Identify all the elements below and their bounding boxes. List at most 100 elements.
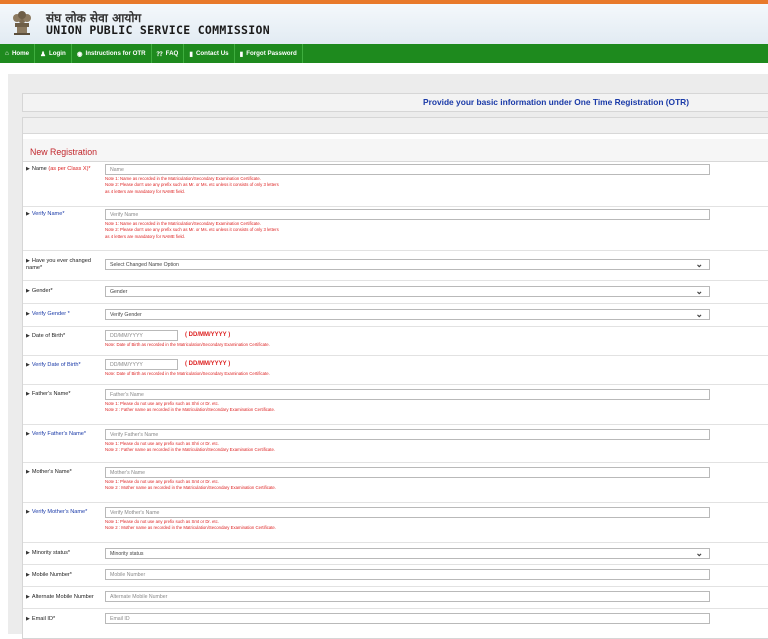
changed-name-select[interactable]: Select Changed Name Option ⌄ bbox=[105, 259, 710, 270]
org-name-english: UNION PUBLIC SERVICE COMMISSION bbox=[46, 23, 270, 38]
arrow-right-icon: ▶ bbox=[26, 311, 30, 317]
section-title: New Registration bbox=[30, 147, 97, 157]
nav-contact-us[interactable]: ▮ Contact Us bbox=[184, 44, 235, 63]
gender-label: ▶ Gender* bbox=[26, 288, 53, 294]
verify-name-note-2: Note 2: Please don't use any prefix such… bbox=[105, 227, 279, 233]
verify-gender-label: ▶ Verify Gender * bbox=[26, 311, 70, 317]
verify-dob-label: ▶ Verify Date of Birth* bbox=[26, 362, 81, 368]
verify-father-note-2: Note 2 : Father name as recorded in the … bbox=[105, 447, 276, 453]
mobile-number-input[interactable]: Mobile Number bbox=[105, 569, 710, 580]
phone-icon: ▮ bbox=[189, 50, 193, 58]
otr-banner: Provide your basic information under One… bbox=[22, 93, 768, 112]
dob-label: ▶ Date of Birth* bbox=[26, 333, 66, 339]
chevron-down-icon: ⌄ bbox=[695, 259, 703, 269]
row-minority-status: ▶ Minority status* Minority status ⌄ bbox=[23, 542, 768, 565]
name-input[interactable]: Name bbox=[105, 164, 710, 175]
alternate-mobile-input[interactable]: Alternate Mobile Number bbox=[105, 591, 710, 602]
nav-label: Instructions for OTR bbox=[85, 50, 146, 57]
site-header: संघ लोक सेवा आयोग UNION PUBLIC SERVICE C… bbox=[0, 4, 768, 44]
row-father-name: ▶ Father's Name* Father's Name Note 1: Pl… bbox=[23, 384, 768, 425]
registration-panel: New Registration ▶ Name (as per Class X)*… bbox=[22, 117, 768, 639]
panel-header bbox=[23, 118, 768, 134]
mother-name-label: ▶ Mother's Name* bbox=[26, 469, 72, 475]
email-input[interactable]: Email ID bbox=[105, 613, 710, 624]
verify-name-note-3: as 4 letters are mandatory for NAME fiel… bbox=[105, 233, 186, 239]
changed-name-label: ▶ Have you ever changed name* bbox=[26, 258, 91, 271]
verify-name-input[interactable]: Verify Name bbox=[105, 209, 710, 220]
nav-label: Contact Us bbox=[195, 50, 229, 57]
info-icon: ◉ bbox=[76, 50, 83, 58]
verify-dob-input[interactable]: DD/MM/YYYY bbox=[105, 359, 178, 370]
verify-mother-name-input[interactable]: Verify Mother's Name bbox=[105, 507, 710, 518]
nav-label: FAQ bbox=[165, 50, 179, 57]
arrow-right-icon: ▶ bbox=[26, 431, 30, 437]
verify-father-name-label: ▶ Verify Father's Name* bbox=[26, 431, 87, 437]
nav-instructions-for-otr[interactable]: ◉ Instructions for OTR bbox=[72, 44, 152, 63]
mother-name-input[interactable]: Mother's Name bbox=[105, 467, 710, 478]
gender-select[interactable]: Gender ⌄ bbox=[105, 286, 710, 297]
nav-login[interactable]: ♟ Login bbox=[35, 44, 72, 63]
chevron-down-icon: ⌄ bbox=[695, 548, 703, 558]
verify-father-name-input[interactable]: Verify Father's Name bbox=[105, 429, 710, 440]
dob-format-hint: ( DD/MM/YYYY ) bbox=[185, 332, 231, 338]
name-note-3: as 4 letters are mandatory for NAME fiel… bbox=[105, 188, 186, 194]
minority-status-label: ▶ Minority status* bbox=[26, 550, 71, 556]
verify-name-label: ▶ Verify Name* bbox=[26, 211, 65, 217]
nav-label: Home bbox=[11, 50, 30, 57]
arrow-right-icon: ▶ bbox=[26, 333, 30, 339]
arrow-right-icon: ▶ bbox=[26, 166, 30, 172]
verify-mother-note-2: Note 2 : Mother name as recorded in the … bbox=[105, 525, 277, 531]
row-name: ▶ Name (as per Class X)* Name Note 1: Nam… bbox=[23, 161, 768, 207]
mother-note-2: Note 2 : Mother name as recorded in the … bbox=[105, 485, 277, 491]
row-changed-name: ▶ Have you ever changed name* Select Chang… bbox=[23, 250, 768, 281]
row-email: ▶ Email ID* Email ID bbox=[23, 608, 768, 630]
nav-forgot-password[interactable]: ▮ Forgot Password bbox=[235, 44, 303, 63]
row-verify-father-name: ▶ Verify Father's Name* Verify Father's N… bbox=[23, 424, 768, 463]
arrow-right-icon: ▶ bbox=[26, 391, 30, 397]
name-label: ▶ Name (as per Class X)* bbox=[26, 166, 91, 172]
chevron-down-icon: ⌄ bbox=[695, 309, 703, 319]
row-alternate-mobile: ▶ Alternate Mobile Number Alternate Mobil… bbox=[23, 586, 768, 609]
father-name-label: ▶ Father's Name* bbox=[26, 391, 71, 397]
nav-label: Forgot Password bbox=[246, 50, 297, 57]
verify-mother-name-label: ▶ Verify Mother's Name* bbox=[26, 509, 88, 515]
arrow-right-icon: ▶ bbox=[26, 211, 30, 217]
mobile-number-label: ▶ Mobile Number* bbox=[26, 572, 72, 578]
arrow-right-icon: ▶ bbox=[26, 550, 30, 556]
row-verify-dob: ▶ Verify Date of Birth* DD/MM/YYYY ( DD/M… bbox=[23, 355, 768, 385]
national-emblem-icon bbox=[10, 9, 34, 39]
nav-label: Login bbox=[48, 50, 66, 57]
father-name-input[interactable]: Father's Name bbox=[105, 389, 710, 400]
row-verify-mother-name: ▶ Verify Mother's Name* Verify Mother's N… bbox=[23, 502, 768, 543]
dob-input[interactable]: DD/MM/YYYY bbox=[105, 330, 178, 341]
arrow-right-icon: ▶ bbox=[26, 469, 30, 475]
minority-status-select[interactable]: Minority status ⌄ bbox=[105, 548, 710, 559]
arrow-right-icon: ▶ bbox=[26, 594, 30, 600]
arrow-right-icon: ▶ bbox=[26, 509, 30, 515]
row-verify-gender: ▶ Verify Gender * Verify Gender ⌄ bbox=[23, 303, 768, 327]
verify-dob-format-hint: ( DD/MM/YYYY ) bbox=[185, 361, 231, 367]
arrow-right-icon: ▶ bbox=[26, 258, 30, 264]
user-icon: ♟ bbox=[40, 50, 46, 58]
question-icon: ⁇ bbox=[156, 50, 163, 58]
row-mother-name: ▶ Mother's Name* Mother's Name Note 1: Pl… bbox=[23, 462, 768, 503]
email-label: ▶ Email ID* bbox=[26, 616, 56, 622]
key-icon: ▮ bbox=[239, 50, 244, 58]
verify-gender-select[interactable]: Verify Gender ⌄ bbox=[105, 309, 710, 320]
name-note-2: Note 2: Please don't use any prefix such… bbox=[105, 182, 279, 188]
row-dob: ▶ Date of Birth* DD/MM/YYYY ( DD/MM/YYYY … bbox=[23, 326, 768, 356]
verify-dob-note: Note: Date of Birth as recorded in the M… bbox=[105, 371, 270, 376]
dob-note: Note: Date of Birth as recorded in the M… bbox=[105, 342, 270, 347]
father-note-2: Note 2 : Father name as recorded in the … bbox=[105, 407, 276, 413]
main-nav: ⌂ Home ♟ Login ◉ Instructions for OTR ⁇ FAQ ▮ Con… bbox=[0, 44, 768, 63]
row-verify-name: ▶ Verify Name* Verify Name Note 1: Name a… bbox=[23, 206, 768, 251]
chevron-down-icon: ⌄ bbox=[695, 286, 703, 296]
nav-home[interactable]: ⌂ Home bbox=[0, 44, 36, 63]
home-icon: ⌂ bbox=[5, 50, 9, 57]
arrow-right-icon: ▶ bbox=[26, 616, 30, 622]
row-gender: ▶ Gender* Gender ⌄ bbox=[23, 280, 768, 304]
nav-faq[interactable]: ⁇ FAQ bbox=[152, 44, 185, 63]
content-area: Provide your basic information under One… bbox=[8, 74, 768, 639]
alternate-mobile-label: ▶ Alternate Mobile Number bbox=[26, 594, 94, 600]
row-mobile-number: ▶ Mobile Number* Mobile Number bbox=[23, 564, 768, 587]
